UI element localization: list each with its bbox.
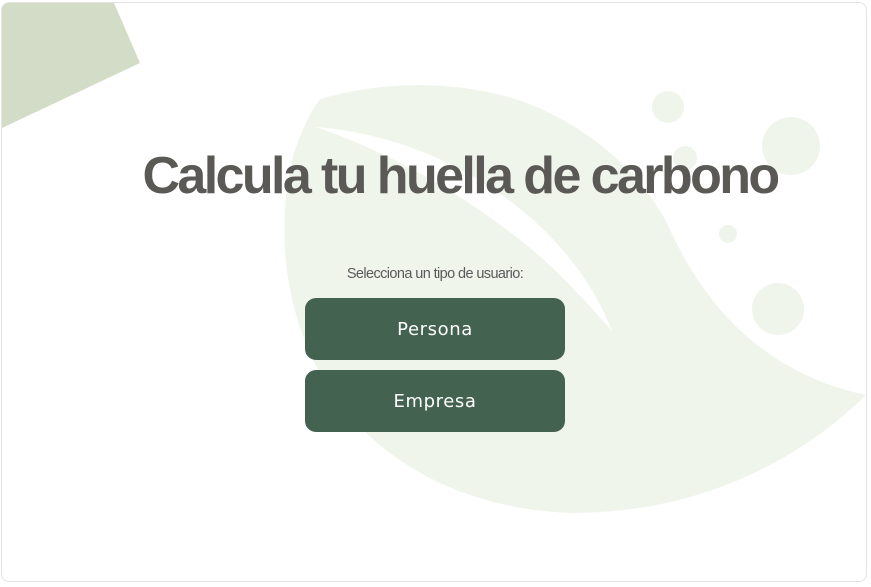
empresa-button[interactable]: Empresa	[305, 370, 565, 432]
user-type-prompt: Selecciona un tipo de usuario:	[346, 266, 524, 282]
app-frame: Calcula tu huella de carbono Selecciona …	[1, 2, 867, 582]
page-title: Calcula tu huella de carbono	[142, 147, 780, 205]
background-decoration	[2, 3, 866, 513]
persona-button[interactable]: Persona	[305, 298, 565, 360]
bubble-icon	[752, 283, 804, 335]
bubble-icon	[652, 91, 684, 123]
bubble-icon	[719, 225, 737, 243]
corner-triangle	[2, 3, 140, 128]
